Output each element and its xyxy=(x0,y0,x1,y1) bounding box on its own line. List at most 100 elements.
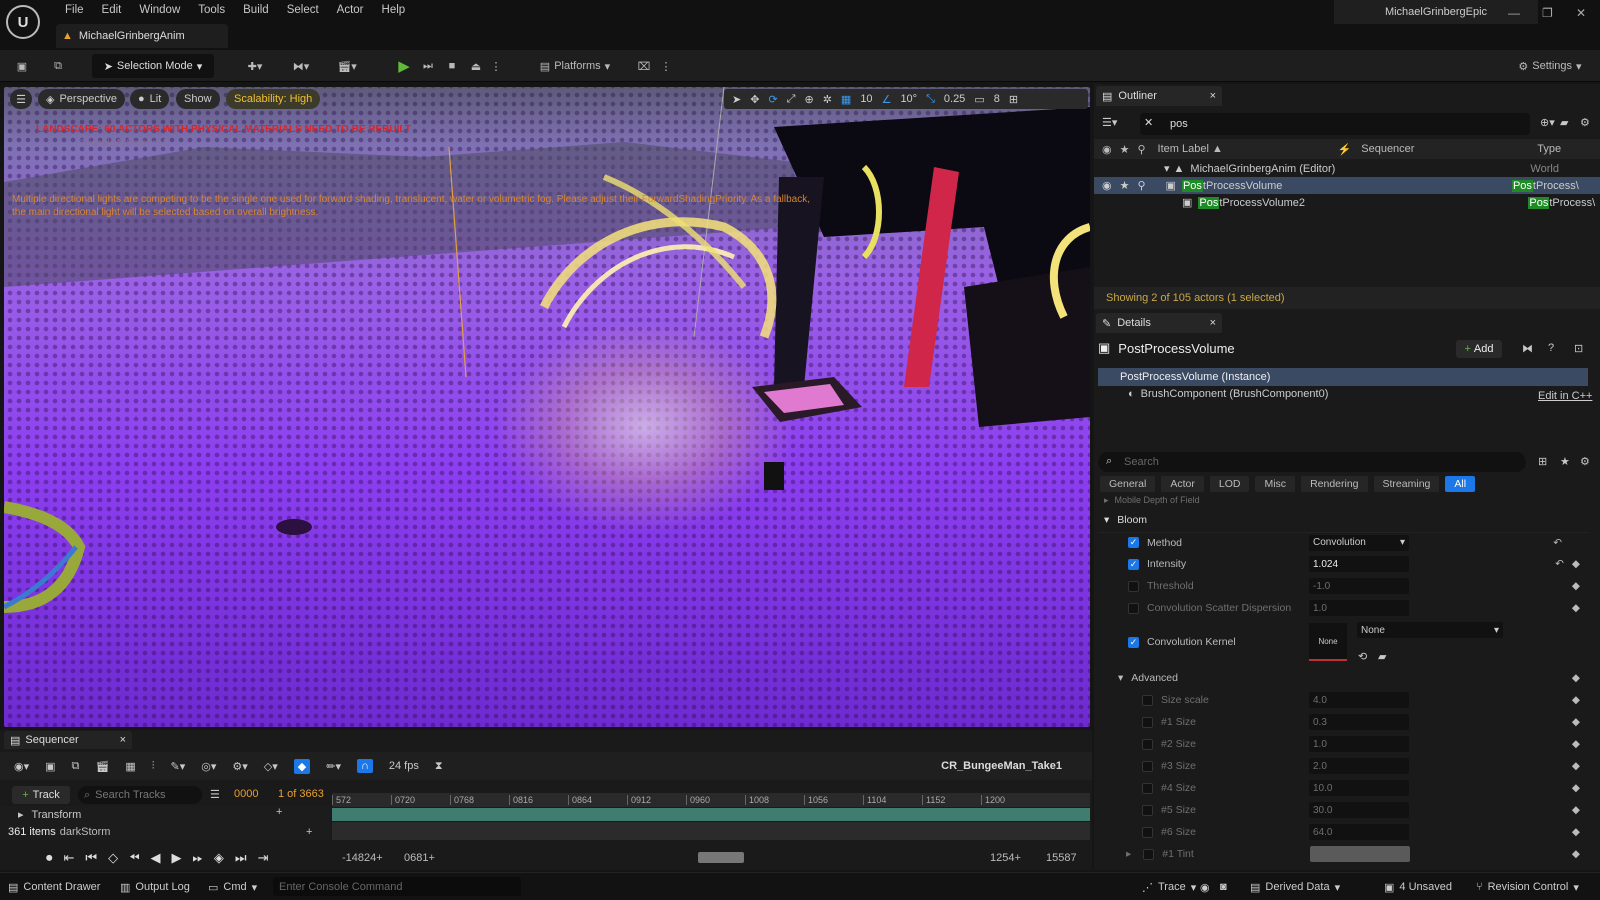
add-key-icon[interactable]: + xyxy=(276,806,282,818)
browse-icon[interactable]: ▰ xyxy=(1378,650,1386,663)
override-checkbox[interactable]: ✓ xyxy=(1128,537,1139,548)
search-tracks-input[interactable]: ⌕ Search Tracks xyxy=(78,786,202,804)
filter-tab-all[interactable]: All xyxy=(1445,476,1476,492)
camera-speed-icon[interactable]: ▭ xyxy=(974,93,984,106)
minimize-button[interactable]: — xyxy=(1508,6,1520,20)
surface-snap-icon[interactable]: ✲ xyxy=(823,93,832,106)
override-checkbox[interactable] xyxy=(1128,580,1139,592)
restore-button[interactable]: ❐ xyxy=(1542,6,1553,20)
blueprint-icon[interactable]: ⧓▾ xyxy=(284,54,318,78)
override-checkbox[interactable] xyxy=(1142,782,1153,794)
prev-frame-icon[interactable]: ⏪︎ xyxy=(129,850,139,866)
settings-dropdown[interactable]: ⚙ Settings ▾ xyxy=(1510,54,1590,78)
gear-icon[interactable]: ⚙ xyxy=(1580,455,1590,468)
add-filter-icon[interactable]: ⊕▾ xyxy=(1540,116,1555,129)
world-icon[interactable]: ⊕ xyxy=(804,93,813,106)
add-track-button[interactable]: + Track xyxy=(12,786,70,804)
reset-icon[interactable]: ↶ xyxy=(1555,558,1564,570)
current-frame[interactable]: 0000 xyxy=(234,788,258,800)
scale-snap-icon[interactable]: ⤡ xyxy=(926,93,935,106)
step-icon[interactable]: ⏭︎ xyxy=(418,54,438,78)
filter-icon[interactable]: ☰ xyxy=(210,788,220,801)
col-type[interactable]: Type xyxy=(1537,143,1561,155)
find-icon[interactable]: ⧉ xyxy=(72,760,80,773)
range-out[interactable]: 1254+ xyxy=(990,852,1021,864)
hamburger-icon[interactable]: ☰ xyxy=(10,89,32,109)
menu-file[interactable]: File xyxy=(56,3,93,17)
content-icon[interactable]: ⧉ xyxy=(48,54,68,78)
outliner-tab[interactable]: ▤ Outliner × xyxy=(1096,86,1222,106)
eye-icon[interactable]: ◎▾ xyxy=(201,760,216,773)
menu-select[interactable]: Select xyxy=(278,3,328,17)
prev-key-icon[interactable]: ⏮︎ xyxy=(85,850,97,866)
section-header-bloom[interactable]: ▾ Bloom xyxy=(1098,510,1588,530)
grid-snap-icon[interactable]: ▦ xyxy=(841,93,851,106)
edit-cpp-link[interactable]: Edit in C++ xyxy=(1538,390,1592,402)
select-icon[interactable]: ➤ xyxy=(732,93,741,106)
close-icon[interactable]: × xyxy=(120,734,126,746)
intensity-field[interactable]: 1.024 xyxy=(1309,556,1409,572)
unsaved-button[interactable]: ▣ 4 Unsaved xyxy=(1384,878,1452,896)
favorite-icon[interactable]: ★ xyxy=(1120,179,1130,192)
sequencer-tab[interactable]: ▤ Sequencer × xyxy=(4,731,132,749)
menu-tools[interactable]: Tools xyxy=(189,3,234,17)
outliner-row-world[interactable]: ▾ ▲ MichaelGrinbergAnim (Editor) World xyxy=(1094,160,1600,177)
save-icon[interactable]: ▣ xyxy=(45,760,55,773)
perspective-button[interactable]: ◈ Perspective xyxy=(38,89,125,109)
section-header-advanced[interactable]: ▾ Advanced ◆ xyxy=(1098,668,1588,688)
property-value-field[interactable]: 0.3 xyxy=(1309,714,1409,730)
lit-button[interactable]: ● Lit xyxy=(130,89,170,109)
add-component-button[interactable]: + Add xyxy=(1456,340,1502,358)
instance-row[interactable]: PostProcessVolume (Instance) xyxy=(1098,368,1588,386)
unreal-logo[interactable]: U xyxy=(6,5,40,39)
fps-dropdown[interactable]: 24 fps xyxy=(389,760,419,772)
level-viewport[interactable] xyxy=(4,87,1090,727)
property-value-field[interactable]: 30.0 xyxy=(1309,802,1409,818)
help-icon[interactable]: ? xyxy=(1548,342,1554,354)
layout-icon[interactable]: ⊞ xyxy=(1009,93,1018,106)
output-log-button[interactable]: ▥ Output Log xyxy=(120,878,190,896)
property-value-field[interactable]: 1.0 xyxy=(1309,736,1409,752)
angle-snap-value[interactable]: 10° xyxy=(900,93,917,105)
scale-icon[interactable]: ⤢ xyxy=(787,93,796,106)
close-icon[interactable]: × xyxy=(1210,317,1216,329)
platforms-dropdown[interactable]: ▤ Platforms ▾ xyxy=(534,54,616,78)
scatter-dispersion-field[interactable]: 1.0 xyxy=(1309,600,1409,616)
build-icon[interactable]: ⌧ xyxy=(634,54,654,78)
keyframe-icon[interactable]: ◆ xyxy=(1572,782,1580,794)
stop-icon[interactable]: ■ xyxy=(442,54,462,78)
screenshot-icon[interactable]: ◙ xyxy=(1220,878,1227,896)
override-checkbox[interactable] xyxy=(1142,716,1153,728)
range-start[interactable]: -14824+ xyxy=(342,852,383,864)
play-icon[interactable]: ▶ xyxy=(394,54,414,78)
override-checkbox[interactable]: ✓ xyxy=(1128,636,1139,648)
override-checkbox[interactable] xyxy=(1142,738,1153,750)
curve-editor-icon[interactable]: ⧗ xyxy=(435,760,443,773)
go-end-icon[interactable]: ⏭︎ xyxy=(235,850,247,866)
details-tab[interactable]: ✎ Details × xyxy=(1096,313,1222,333)
rotate-icon[interactable]: ⟳ xyxy=(768,93,777,106)
override-checkbox[interactable] xyxy=(1142,804,1153,816)
move-icon[interactable]: ✥ xyxy=(750,93,759,106)
clapper-icon[interactable]: ▦ xyxy=(125,760,135,773)
more-icon[interactable]: ⋮ xyxy=(660,54,672,78)
pencil-icon[interactable]: ✏▾ xyxy=(326,760,341,773)
keyframe-icon[interactable]: ◆ xyxy=(1572,826,1580,838)
filter-tab-general[interactable]: General xyxy=(1100,476,1156,492)
brush-component-row[interactable]: ◐ BrushComponent (BrushComponent0) xyxy=(1128,388,1328,400)
trace-dropdown[interactable]: ⋰ Trace ▾ xyxy=(1142,878,1196,896)
auto-key-icon[interactable]: ◆ xyxy=(293,758,311,774)
use-selected-icon[interactable]: ⟲ xyxy=(1358,650,1367,663)
cmd-dropdown[interactable]: ▭ Cmd ▾ xyxy=(208,878,257,896)
keyframe-icon[interactable]: ◆ xyxy=(1572,580,1580,592)
go-start-icon[interactable]: ⇤ xyxy=(64,850,75,866)
add-actor-icon[interactable]: ✚▾ xyxy=(238,54,272,78)
render-icon[interactable]: 🎬︎ xyxy=(95,760,109,773)
dark-track-bar[interactable] xyxy=(332,822,1090,840)
camera-speed-value[interactable]: 8 xyxy=(994,93,1000,105)
record-icon[interactable]: ⏺︎ xyxy=(46,850,53,866)
filter-icon[interactable]: ☰▾ xyxy=(1102,116,1117,129)
filter-tab-streaming[interactable]: Streaming xyxy=(1373,476,1440,492)
threshold-field[interactable]: -1.0 xyxy=(1309,578,1409,594)
content-drawer-button[interactable]: ▤ Content Drawer xyxy=(8,878,100,896)
